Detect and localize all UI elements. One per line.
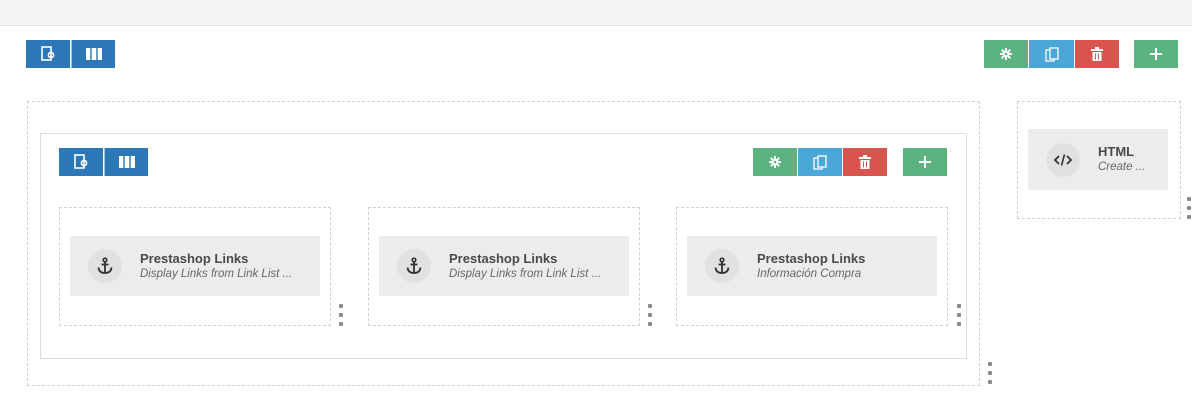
row-add-button[interactable] (1134, 40, 1178, 68)
module-prestashop-links-2[interactable]: Prestashop Links Display Links from Link… (379, 236, 629, 296)
inner-row-edit-button[interactable] (59, 148, 103, 176)
module-title: Prestashop Links (757, 250, 866, 266)
drag-handle-right-column[interactable] (1186, 197, 1191, 219)
duplicate-icon (1044, 46, 1059, 62)
plus-icon (1150, 48, 1162, 60)
anchor-icon (88, 249, 122, 283)
module-title: Prestashop Links (449, 250, 558, 266)
drag-handle-outer-column[interactable] (987, 362, 992, 384)
module-title: Prestashop Links (140, 250, 249, 266)
row-edit-button[interactable] (26, 40, 70, 68)
row-delete-button[interactable] (1075, 40, 1119, 68)
module-title: HTML (1098, 144, 1135, 160)
duplicate-icon (813, 154, 827, 170)
plus-icon (919, 156, 931, 168)
edit-icon (41, 46, 55, 61)
module-description: Create ... (1098, 161, 1146, 174)
drag-handle-column-2[interactable] (647, 304, 652, 326)
inner-row-add-button[interactable] (903, 148, 947, 176)
inner-row-columns-button[interactable] (104, 148, 148, 176)
anchor-icon (397, 249, 431, 283)
gear-icon (769, 156, 781, 168)
module-description: Display Links from Link List ... (140, 267, 293, 280)
module-html[interactable]: HTML Create ... (1028, 129, 1168, 190)
module-description: Display Links from Link List ... (449, 267, 602, 280)
gear-icon (1000, 48, 1012, 60)
row-columns-button[interactable] (71, 40, 115, 68)
inner-row-duplicate-button[interactable] (798, 148, 842, 176)
columns-icon (85, 48, 102, 60)
columns-icon (118, 156, 135, 168)
row-duplicate-button[interactable] (1029, 40, 1074, 68)
top-strip (0, 0, 1192, 26)
edit-icon (74, 154, 88, 169)
code-icon (1046, 142, 1080, 177)
drag-handle-column-1[interactable] (338, 304, 343, 326)
module-prestashop-links-1[interactable]: Prestashop Links Display Links from Link… (70, 236, 320, 296)
anchor-icon (705, 249, 739, 283)
trash-icon (1091, 47, 1103, 61)
inner-row-delete-button[interactable] (843, 148, 887, 176)
row-settings-button[interactable] (984, 40, 1028, 68)
module-prestashop-links-3[interactable]: Prestashop Links Información Compra (687, 236, 937, 296)
inner-row-settings-button[interactable] (753, 148, 797, 176)
module-description: Información Compra (757, 267, 862, 280)
trash-icon (859, 155, 871, 169)
drag-handle-column-3[interactable] (956, 304, 961, 326)
